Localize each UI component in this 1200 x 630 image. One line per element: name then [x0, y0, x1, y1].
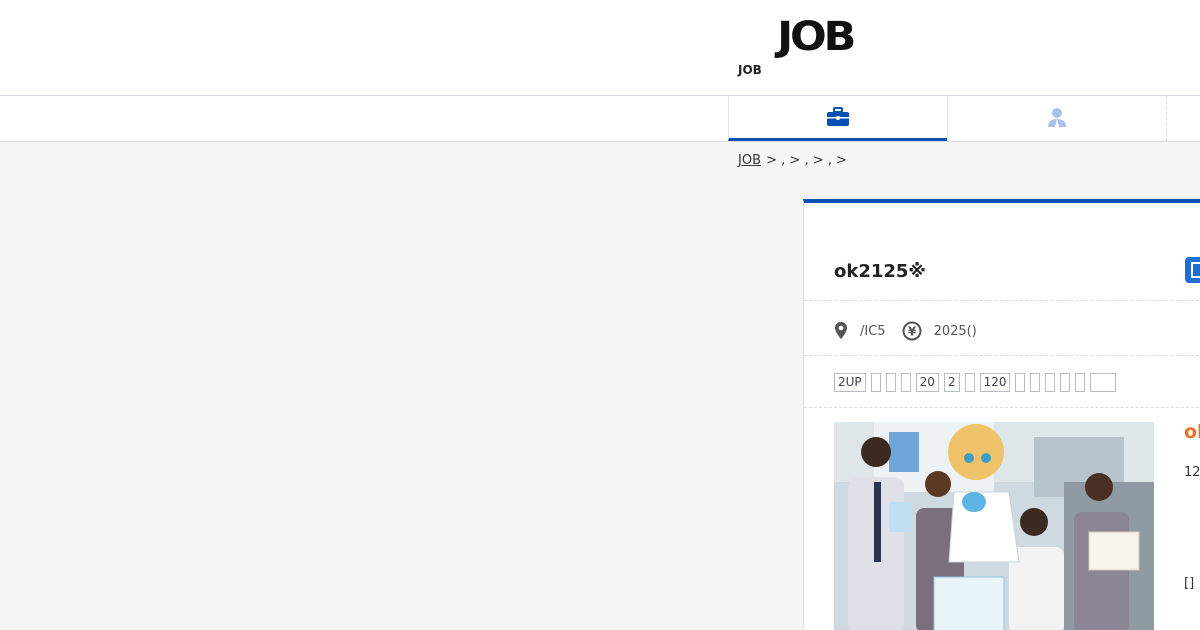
- divider: [804, 407, 1200, 408]
- tag: 2UP: [834, 373, 866, 392]
- job-meta-row: /IC5 ¥ 2025(): [834, 320, 993, 342]
- site-logo[interactable]: JOB: [777, 14, 856, 60]
- divider: [804, 355, 1200, 356]
- company-title[interactable]: ok: [1184, 421, 1200, 443]
- tag: [1030, 373, 1041, 392]
- tab-jobs[interactable]: [728, 96, 947, 141]
- location-text: /IC5: [860, 323, 886, 339]
- corner-badge-icon: [1185, 257, 1200, 283]
- map-pin-icon: [835, 322, 847, 339]
- user-icon: [1048, 108, 1066, 127]
- tag-list: 2UP 20 2 120: [834, 373, 1121, 392]
- tab-member[interactable]: [947, 96, 1167, 141]
- salary-item: ¥ 2025(): [902, 321, 977, 341]
- tag: [1015, 373, 1026, 392]
- tag: [870, 373, 881, 392]
- salary-text: 2025(): [933, 323, 977, 339]
- main-nav: [0, 96, 1200, 142]
- tag: 20: [915, 373, 939, 392]
- job-card: ok2125※ /IC5 ¥ 2025() 2UP 20 2 120 o 12 …: [803, 199, 1200, 630]
- tag: [1090, 373, 1117, 392]
- yen-icon: ¥: [902, 321, 922, 341]
- workplace-photo-illustration: [834, 422, 1154, 630]
- job-title[interactable]: ok2125※: [834, 261, 926, 282]
- company-note: []: [1184, 576, 1195, 591]
- breadcrumb-trail: > , > , > , >: [762, 153, 847, 168]
- workplace-photo[interactable]: [834, 422, 1154, 630]
- tag: [1045, 373, 1056, 392]
- tag: 120: [979, 373, 1011, 392]
- company-number: 12: [1184, 465, 1200, 480]
- location-item: /IC5: [834, 322, 886, 340]
- site-header: JOB JOB: [0, 0, 1200, 96]
- briefcase-icon: [827, 107, 849, 126]
- tag: [900, 373, 911, 392]
- tag: [1060, 373, 1071, 392]
- tag: [885, 373, 896, 392]
- svg-text:¥: ¥: [907, 325, 916, 339]
- divider: [804, 300, 1200, 301]
- tag: 2: [943, 373, 960, 392]
- tag: [1075, 373, 1086, 392]
- tag: [964, 373, 975, 392]
- breadcrumb-home-link[interactable]: JOB: [738, 153, 761, 168]
- site-name: JOB: [738, 63, 762, 77]
- breadcrumb: JOB > , > , > , >: [738, 153, 848, 168]
